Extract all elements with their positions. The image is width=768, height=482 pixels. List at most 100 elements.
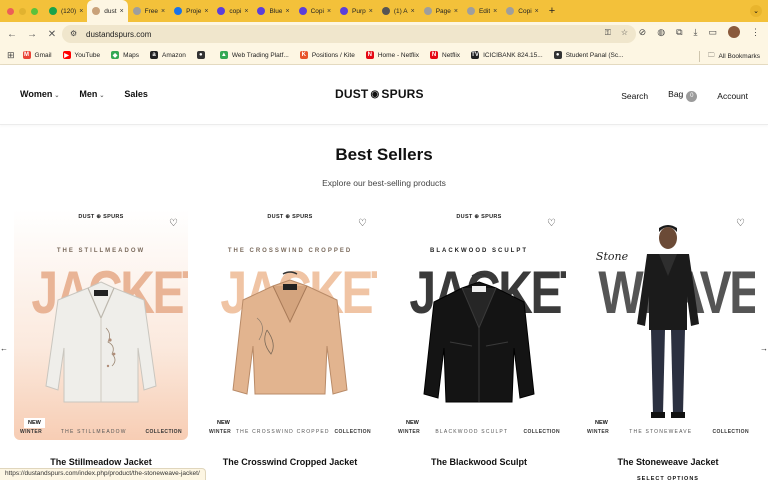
account-link[interactable]: Account	[717, 91, 748, 101]
site-info-icon[interactable]: ⚙	[70, 29, 80, 39]
bookmark-item[interactable]: N Home - Netflix	[365, 51, 419, 59]
tab-search-icon[interactable]: ⌄	[750, 5, 762, 17]
bookmark-label: ICICIBANK 824.15...	[483, 51, 543, 59]
bookmark-item[interactable]: K Positions / Kite	[299, 51, 355, 59]
product-card[interactable]: DUST ⊕ SPURS THE CROSSWIND CROPPED JACKE…	[203, 210, 377, 480]
browser-tab[interactable]: Blue ×	[252, 0, 293, 22]
extensions-puzzle-icon[interactable]: ⧉	[676, 27, 682, 38]
browser-tab[interactable]: Free ×	[128, 0, 169, 22]
password-key-icon[interactable]: ⚿	[605, 28, 611, 38]
browser-tab[interactable]: dust ×	[87, 0, 128, 22]
search-link[interactable]: Search	[621, 91, 648, 101]
tab-close-icon[interactable]: ×	[535, 8, 539, 15]
apps-grid-icon[interactable]: ⊞	[7, 50, 15, 61]
bookmark-label: YouTube	[74, 51, 101, 59]
download-icon[interactable]: ⤓	[694, 27, 698, 38]
all-bookmarks-label: All Bookmarks	[718, 53, 760, 60]
image-caption-strip: WINTER BLACKWOOD SCULPT COLLECTION	[392, 429, 566, 435]
sidepanel-icon[interactable]: ▭	[708, 27, 717, 38]
caption-right: COLLECTION	[523, 429, 560, 435]
product-name[interactable]: The Crosswind Cropped Jacket	[203, 457, 377, 467]
product-brand-mark: DUST ⊕ SPURS	[267, 214, 313, 220]
tab-close-icon[interactable]: ×	[285, 8, 289, 15]
tab-favicon-icon	[466, 7, 475, 15]
bookmark-item[interactable]: ◆ Maps	[111, 51, 139, 59]
product-image[interactable]: Stone WEAVE ♡ NEW WINTER THE STONEWEAVE …	[581, 210, 755, 440]
wishlist-heart-icon[interactable]: ♡	[547, 218, 556, 229]
bookmark-label: Student Panal (Sc...	[565, 51, 624, 59]
product-name[interactable]: The Stoneweave Jacket	[581, 457, 755, 467]
all-bookmarks-button[interactable]: 🗀 All Bookmarks	[698, 51, 760, 62]
close-window-button[interactable]	[7, 7, 14, 15]
bookmark-item[interactable]: ▲ Web Trading Platf...	[219, 51, 289, 59]
product-card[interactable]: DUST ⊕ SPURS BLACKWOOD SCULPT JACKET ♡ N…	[392, 210, 566, 480]
bookmark-item[interactable]: ● Student Panal (Sc...	[553, 51, 624, 59]
browser-tab[interactable]: Copi ×	[501, 0, 542, 22]
wishlist-heart-icon[interactable]: ♡	[169, 218, 178, 229]
tab-title: Copi	[518, 7, 532, 15]
bookmark-item[interactable]: ▶ YouTube	[62, 51, 101, 59]
bookmark-item[interactable]: TV ICICIBANK 824.15...	[471, 51, 543, 59]
carousel-next-icon[interactable]: →	[760, 344, 768, 353]
new-tab-button[interactable]: +	[549, 5, 555, 17]
forward-icon[interactable]: →	[24, 29, 40, 40]
tab-close-icon[interactable]: ×	[120, 8, 124, 15]
wishlist-heart-icon[interactable]: ♡	[358, 218, 367, 229]
browser-tab[interactable]: (1) A ×	[377, 0, 419, 22]
browser-tab[interactable]: Proje ×	[169, 0, 212, 22]
stop-loading-icon[interactable]: ✕	[44, 29, 60, 40]
bookmark-item[interactable]: N Netflix	[430, 51, 460, 59]
copilot-icon[interactable]: ◍	[657, 27, 665, 38]
extension-icon[interactable]: ⊘	[639, 27, 647, 38]
bookmark-item[interactable]: M Gmail	[22, 51, 52, 59]
maximize-window-button[interactable]	[31, 7, 38, 15]
tab-close-icon[interactable]: ×	[244, 8, 248, 15]
tab-close-icon[interactable]: ×	[493, 8, 497, 15]
bag-label: Bag	[668, 89, 684, 99]
product-name[interactable]: The Stillmeadow Jacket	[14, 457, 188, 467]
wishlist-heart-icon[interactable]: ♡	[736, 218, 745, 229]
bag-count-badge: 0	[686, 91, 698, 102]
browser-tab[interactable]: copi ×	[212, 0, 252, 22]
bookmark-favicon-icon: TV	[471, 51, 480, 59]
nav-women[interactable]: Women ⌄	[20, 89, 59, 99]
bag-link[interactable]: Bag 0	[668, 89, 698, 102]
product-image[interactable]: DUST ⊕ SPURS THE CROSSWIND CROPPED JACKE…	[203, 210, 377, 440]
profile-avatar[interactable]	[728, 26, 740, 38]
carousel-prev-icon[interactable]: ←	[0, 344, 8, 353]
tab-close-icon[interactable]: ×	[327, 8, 331, 15]
product-card[interactable]: DUST ⊕ SPURS THE STILLMEADOW JACKET ♡ NE…	[14, 210, 188, 480]
back-icon[interactable]: ←	[4, 29, 20, 40]
tab-close-icon[interactable]: ×	[369, 8, 373, 15]
product-image[interactable]: DUST ⊕ SPURS BLACKWOOD SCULPT JACKET ♡ N…	[392, 210, 566, 440]
tab-close-icon[interactable]: ×	[79, 8, 83, 15]
tab-close-icon[interactable]: ×	[204, 8, 208, 15]
browser-tab[interactable]: (120) ×	[44, 0, 87, 22]
product-card[interactable]: Stone WEAVE ♡ NEW WINTER THE STONEWEAVE …	[581, 210, 755, 482]
tab-close-icon[interactable]: ×	[454, 8, 458, 15]
bookmark-item[interactable]: a Amazon	[149, 51, 186, 59]
menu-kebab-icon[interactable]: ⋮	[751, 27, 760, 38]
tab-favicon-icon	[217, 7, 226, 15]
address-url[interactable]: dustandspurs.com	[86, 30, 151, 39]
minimize-window-button[interactable]	[19, 7, 26, 15]
browser-tab[interactable]: Copi ×	[294, 0, 335, 22]
chevron-down-icon: ⌄	[99, 93, 105, 99]
tab-title: (1) A	[393, 7, 408, 15]
bookmark-item[interactable]: ●	[196, 51, 209, 59]
bookmark-star-icon[interactable]: ☆	[621, 28, 628, 38]
logo-left-text: DUST	[335, 87, 369, 101]
browser-tab[interactable]: Page ×	[419, 0, 462, 22]
select-options-button[interactable]: SELECT OPTIONS	[581, 476, 755, 482]
browser-tab[interactable]: Edit ×	[462, 0, 501, 22]
product-image[interactable]: DUST ⊕ SPURS THE STILLMEADOW JACKET ♡ NE…	[14, 210, 188, 440]
nav-men[interactable]: Men ⌄	[79, 89, 104, 99]
tab-close-icon[interactable]: ×	[161, 8, 165, 15]
browser-tab[interactable]: Purp ×	[335, 0, 377, 22]
nav-sales[interactable]: Sales	[124, 89, 148, 99]
product-name[interactable]: The Blackwood Sculpt	[392, 457, 566, 467]
bookmark-label: Gmail	[34, 51, 52, 59]
address-bar[interactable]: ⚙ dustandspurs.com ⚿ ☆	[62, 25, 636, 43]
tab-close-icon[interactable]: ×	[411, 8, 415, 15]
site-logo[interactable]: DUST ◉ SPURS	[335, 87, 424, 101]
